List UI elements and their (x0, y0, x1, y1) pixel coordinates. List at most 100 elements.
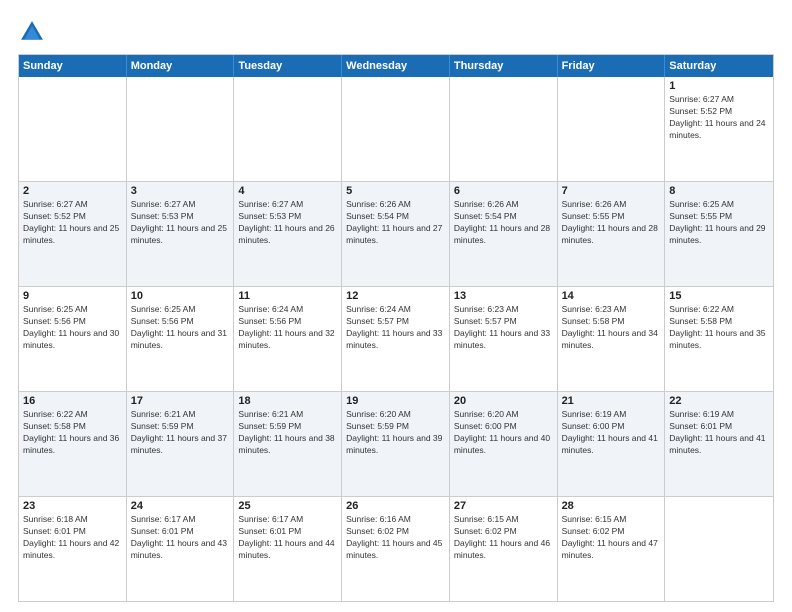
day-number: 11 (238, 290, 337, 302)
header-monday: Monday (127, 55, 235, 77)
calendar-cell-1-4: 6Sunrise: 6:26 AM Sunset: 5:54 PM Daylig… (450, 182, 558, 286)
header-sunday: Sunday (19, 55, 127, 77)
calendar-cell-4-0: 23 Sunrise: 6:18 AM Sunset: 6:01 PM Dayli… (19, 497, 127, 601)
calendar-cell-0-4 (450, 77, 558, 181)
calendar-cell-1-6: 8 Sunrise: 6:25 AM Sunset: 5:55 PM Daylig… (665, 182, 773, 286)
day-info: Sunrise: 6:24 AM Sunset: 5:57 PM Dayligh… (346, 304, 445, 352)
day-info: Sunrise: 6:26 AM Sunset: 5:55 PM Dayligh… (562, 199, 661, 247)
calendar-row-4: 23 Sunrise: 6:18 AM Sunset: 6:01 PM Dayli… (19, 496, 773, 601)
day-number: 8 (669, 185, 769, 197)
calendar-cell-0-6: 1 Sunrise: 6:27 AM Sunset: 5:52 PM Daylig… (665, 77, 773, 181)
calendar-cell-4-2: 25 Sunrise: 6:17 AM Sunset: 6:01 PM Dayli… (234, 497, 342, 601)
day-info: Sunrise: 6:23 AM Sunset: 5:58 PM Dayligh… (562, 304, 661, 352)
calendar-cell-0-0 (19, 77, 127, 181)
calendar-row-2: 9 Sunrise: 6:25 AM Sunset: 5:56 PM Daylig… (19, 286, 773, 391)
header-saturday: Saturday (665, 55, 773, 77)
day-number: 25 (238, 500, 337, 512)
day-number: 28 (562, 500, 661, 512)
calendar-cell-4-4: 27 Sunrise: 6:15 AM Sunset: 6:02 PM Dayli… (450, 497, 558, 601)
day-number: 20 (454, 395, 553, 407)
header-thursday: Thursday (450, 55, 558, 77)
day-info: Sunrise: 6:20 AM Sunset: 6:00 PM Dayligh… (454, 409, 553, 457)
day-info: Sunrise: 6:22 AM Sunset: 5:58 PM Dayligh… (23, 409, 122, 457)
calendar-cell-4-3: 26 Sunrise: 6:16 AM Sunset: 6:02 PM Dayli… (342, 497, 450, 601)
calendar-cell-2-0: 9 Sunrise: 6:25 AM Sunset: 5:56 PM Daylig… (19, 287, 127, 391)
day-info: Sunrise: 6:21 AM Sunset: 5:59 PM Dayligh… (131, 409, 230, 457)
calendar-row-3: 16 Sunrise: 6:22 AM Sunset: 5:58 PM Dayli… (19, 391, 773, 496)
day-number: 24 (131, 500, 230, 512)
calendar-cell-1-0: 2 Sunrise: 6:27 AM Sunset: 5:52 PM Daylig… (19, 182, 127, 286)
calendar-cell-3-2: 18 Sunrise: 6:21 AM Sunset: 5:59 PM Dayli… (234, 392, 342, 496)
day-number: 14 (562, 290, 661, 302)
calendar-body: 1 Sunrise: 6:27 AM Sunset: 5:52 PM Daylig… (19, 77, 773, 601)
day-number: 18 (238, 395, 337, 407)
day-number: 22 (669, 395, 769, 407)
calendar-cell-3-5: 21 Sunrise: 6:19 AM Sunset: 6:00 PM Dayli… (558, 392, 666, 496)
calendar-cell-4-5: 28 Sunrise: 6:15 AM Sunset: 6:02 PM Dayli… (558, 497, 666, 601)
calendar-cell-3-0: 16 Sunrise: 6:22 AM Sunset: 5:58 PM Dayli… (19, 392, 127, 496)
calendar-row-0: 1 Sunrise: 6:27 AM Sunset: 5:52 PM Daylig… (19, 77, 773, 181)
calendar-cell-2-3: 12 Sunrise: 6:24 AM Sunset: 5:57 PM Dayli… (342, 287, 450, 391)
calendar-cell-3-1: 17 Sunrise: 6:21 AM Sunset: 5:59 PM Dayli… (127, 392, 235, 496)
day-info: Sunrise: 6:25 AM Sunset: 5:56 PM Dayligh… (23, 304, 122, 352)
calendar-cell-0-5 (558, 77, 666, 181)
day-number: 6 (454, 185, 553, 197)
day-number: 15 (669, 290, 769, 302)
day-info: Sunrise: 6:25 AM Sunset: 5:55 PM Dayligh… (669, 199, 769, 247)
header-tuesday: Tuesday (234, 55, 342, 77)
day-number: 2 (23, 185, 122, 197)
day-number: 5 (346, 185, 445, 197)
day-number: 21 (562, 395, 661, 407)
calendar-cell-3-6: 22 Sunrise: 6:19 AM Sunset: 6:01 PM Dayli… (665, 392, 773, 496)
calendar-cell-4-6 (665, 497, 773, 601)
day-info: Sunrise: 6:25 AM Sunset: 5:56 PM Dayligh… (131, 304, 230, 352)
header-friday: Friday (558, 55, 666, 77)
day-number: 16 (23, 395, 122, 407)
day-number: 4 (238, 185, 337, 197)
day-info: Sunrise: 6:16 AM Sunset: 6:02 PM Dayligh… (346, 514, 445, 562)
calendar-cell-2-5: 14 Sunrise: 6:23 AM Sunset: 5:58 PM Dayli… (558, 287, 666, 391)
logo (18, 18, 50, 46)
calendar-header: SundayMondayTuesdayWednesdayThursdayFrid… (19, 55, 773, 77)
logo-icon (18, 18, 46, 46)
day-number: 19 (346, 395, 445, 407)
day-info: Sunrise: 6:18 AM Sunset: 6:01 PM Dayligh… (23, 514, 122, 562)
day-info: Sunrise: 6:19 AM Sunset: 6:01 PM Dayligh… (669, 409, 769, 457)
day-info: Sunrise: 6:22 AM Sunset: 5:58 PM Dayligh… (669, 304, 769, 352)
day-info: Sunrise: 6:27 AM Sunset: 5:52 PM Dayligh… (23, 199, 122, 247)
calendar-cell-4-1: 24Sunrise: 6:17 AM Sunset: 6:01 PM Dayli… (127, 497, 235, 601)
calendar-cell-0-3 (342, 77, 450, 181)
day-number: 17 (131, 395, 230, 407)
day-number: 12 (346, 290, 445, 302)
day-info: Sunrise: 6:26 AM Sunset: 5:54 PM Dayligh… (346, 199, 445, 247)
day-number: 26 (346, 500, 445, 512)
day-info: Sunrise: 6:27 AM Sunset: 5:52 PM Dayligh… (669, 94, 769, 142)
calendar-cell-3-4: 20 Sunrise: 6:20 AM Sunset: 6:00 PM Dayli… (450, 392, 558, 496)
day-info: Sunrise: 6:17 AM Sunset: 6:01 PM Dayligh… (238, 514, 337, 562)
calendar-cell-1-2: 4 Sunrise: 6:27 AM Sunset: 5:53 PM Daylig… (234, 182, 342, 286)
day-info: Sunrise: 6:15 AM Sunset: 6:02 PM Dayligh… (562, 514, 661, 562)
day-info: Sunrise: 6:19 AM Sunset: 6:00 PM Dayligh… (562, 409, 661, 457)
day-info: Sunrise: 6:24 AM Sunset: 5:56 PM Dayligh… (238, 304, 337, 352)
day-info: Sunrise: 6:27 AM Sunset: 5:53 PM Dayligh… (238, 199, 337, 247)
day-info: Sunrise: 6:21 AM Sunset: 5:59 PM Dayligh… (238, 409, 337, 457)
calendar-cell-2-2: 11 Sunrise: 6:24 AM Sunset: 5:56 PM Dayli… (234, 287, 342, 391)
day-number: 23 (23, 500, 122, 512)
calendar-cell-0-2 (234, 77, 342, 181)
calendar-cell-1-1: 3Sunrise: 6:27 AM Sunset: 5:53 PM Daylig… (127, 182, 235, 286)
calendar-cell-3-3: 19 Sunrise: 6:20 AM Sunset: 5:59 PM Dayli… (342, 392, 450, 496)
day-number: 9 (23, 290, 122, 302)
calendar-cell-2-1: 10 Sunrise: 6:25 AM Sunset: 5:56 PM Dayli… (127, 287, 235, 391)
day-number: 27 (454, 500, 553, 512)
header-wednesday: Wednesday (342, 55, 450, 77)
calendar-cell-2-4: 13Sunrise: 6:23 AM Sunset: 5:57 PM Dayli… (450, 287, 558, 391)
day-number: 1 (669, 80, 769, 92)
calendar-cell-1-3: 5 Sunrise: 6:26 AM Sunset: 5:54 PM Daylig… (342, 182, 450, 286)
day-info: Sunrise: 6:20 AM Sunset: 5:59 PM Dayligh… (346, 409, 445, 457)
calendar: SundayMondayTuesdayWednesdayThursdayFrid… (18, 54, 774, 602)
page: SundayMondayTuesdayWednesdayThursdayFrid… (0, 0, 792, 612)
day-number: 10 (131, 290, 230, 302)
calendar-cell-1-5: 7Sunrise: 6:26 AM Sunset: 5:55 PM Daylig… (558, 182, 666, 286)
day-info: Sunrise: 6:15 AM Sunset: 6:02 PM Dayligh… (454, 514, 553, 562)
calendar-cell-0-1 (127, 77, 235, 181)
